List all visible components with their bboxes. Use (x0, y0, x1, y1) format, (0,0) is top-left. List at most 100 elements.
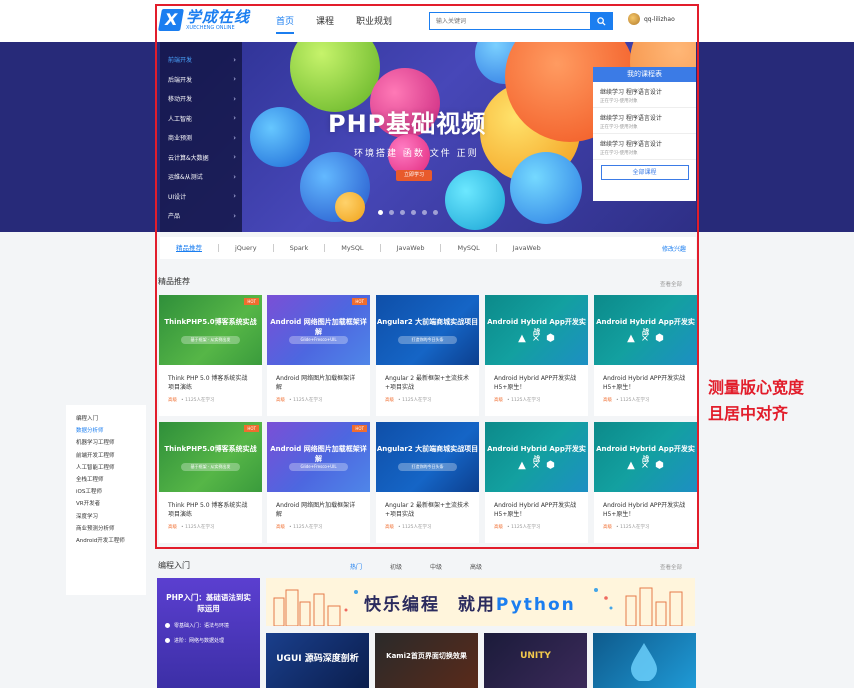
category-item[interactable]: 商业预测 › (160, 128, 242, 148)
floating-list-item[interactable]: 全栈工程师 (76, 474, 146, 486)
user-menu[interactable]: qq-lilizhao (628, 13, 675, 25)
course-card[interactable]: Angular2 大前端商城实战项目 打造你的今日头条 Angular 2 最新框架… (376, 295, 479, 416)
carousel-dot[interactable] (422, 210, 427, 215)
tag-item[interactable]: 精品推荐 (160, 244, 219, 252)
learner-count: 1125人在学习 (511, 398, 541, 403)
search-input[interactable] (430, 13, 590, 29)
learner-count: 1125人在学习 (402, 398, 432, 403)
category-item[interactable]: 人工智能 › (160, 109, 242, 129)
course-card[interactable]: Android Hybrid App开发实战 ▲ × ⬢ Android Hybrid … (594, 295, 697, 416)
course-level: 高级 (168, 525, 177, 530)
course-card[interactable]: Android Hybrid App开发实战 ▲ × ⬢ Android Hybrid … (594, 422, 697, 543)
course-level: 高级 (276, 398, 285, 403)
category-item[interactable]: 云计算&大数据 › (160, 148, 242, 168)
learner-count: 1125人在学习 (620, 525, 650, 530)
search-bar (429, 12, 613, 30)
floating-list-item[interactable]: 前端开发工程师 (76, 450, 146, 462)
course-panel-item[interactable]: 继续学习 程序语言设计 正在学习-使用对象 (593, 134, 696, 160)
course-card[interactable]: Android 网络图片加载框架详解 Glide+Fresco+UIL HOT And… (267, 295, 370, 416)
course-meta: 高级 • 1125人在学习 (276, 525, 323, 530)
floating-list-item[interactable]: 机器学习工程师 (76, 437, 146, 449)
tag-item[interactable]: Spark (274, 244, 326, 252)
course-panel-item[interactable]: 继续学习 程序语言设计 正在学习-使用对象 (593, 82, 696, 108)
category-item[interactable]: 后端开发 › (160, 70, 242, 90)
course-card[interactable]: Angular2 大前端商城实战项目 打造你的今日头条 Angular 2 最新框架… (376, 422, 479, 543)
course-panel-item[interactable]: 继续学习 程序语言设计 正在学习-使用对象 (593, 108, 696, 134)
chevron-right-icon: › (233, 172, 236, 181)
thumbnail-text: ThinkPHP5.0博客系统实战 (164, 318, 257, 326)
tag-item[interactable]: MySQL (441, 244, 497, 252)
tag-item[interactable]: JavaWeb (381, 244, 442, 252)
nav-courses[interactable]: 课程 (316, 14, 334, 34)
course-thumbnail: Android Hybrid App开发实战 ▲ × ⬢ (594, 422, 697, 492)
floating-list-item[interactable]: 深度学习 (76, 511, 146, 523)
carousel-dot[interactable] (411, 210, 416, 215)
php-promo-card[interactable]: PHP入门：基础语法到实际运用 零基础入门：语法与环境 进阶：网络与数据处理 (157, 578, 260, 688)
category-item[interactable]: 前端开发 › (160, 50, 242, 70)
course-level: 高级 (603, 525, 612, 530)
python-banner[interactable]: 快乐编程 就用Python (266, 578, 695, 626)
category-menu: 前端开发 › 后端开发 › 移动开发 › 人工智能 › 商业预测 › 云计算&大数据 › 运… (160, 42, 242, 232)
floating-list-item[interactable]: iOS工程师 (76, 486, 146, 498)
course-card[interactable]: ThinkPHP5.0博客系统实战 基于框架 · 从实例出发 HOT Think PH… (159, 422, 262, 543)
search-icon (596, 16, 606, 26)
tab-beginner[interactable]: 初级 (390, 562, 402, 571)
carousel-dot[interactable] (400, 210, 405, 215)
android-html5-icons: ▲ × ⬢ (518, 460, 555, 471)
android-html5-icons: ▲ × ⬢ (627, 333, 664, 344)
course-thumbnail[interactable]: UNITY (484, 633, 587, 688)
course-card[interactable]: Android 网络图片加载框架详解 Glide+Fresco+UIL HOT And… (267, 422, 370, 543)
thumbnail-subtext: 打造你的今日头条 (398, 463, 457, 471)
tab-intermediate[interactable]: 中级 (430, 562, 442, 571)
category-item[interactable]: 运维&从测试 › (160, 167, 242, 187)
course-card[interactable]: Android Hybrid App开发实战 ▲ × ⬢ Android Hybrid … (485, 295, 588, 416)
main-nav: 首页 课程 职业规划 (276, 14, 392, 34)
floating-list-item[interactable]: Android开发工程师 (76, 535, 146, 547)
logo-subtitle: XUECHENG ONLINE (186, 25, 235, 31)
category-item[interactable]: UI设计 › (160, 187, 242, 207)
chevron-right-icon: › (233, 153, 236, 162)
category-item[interactable]: 产品 › (160, 206, 242, 226)
course-meta: 高级 • 1125人在学习 (494, 398, 541, 403)
learner-count: 1125人在学习 (511, 525, 541, 530)
username: qq-lilizhao (644, 15, 675, 23)
tab-hot[interactable]: 热门 (350, 562, 362, 571)
html5-icon: ⬢ (655, 460, 664, 471)
tag-item[interactable]: jQuery (219, 244, 274, 252)
carousel-dot[interactable] (389, 210, 394, 215)
tag-item[interactable]: JavaWeb (497, 244, 557, 252)
course-level: 高级 (494, 398, 503, 403)
search-button[interactable] (590, 13, 612, 29)
carousel-dot[interactable] (378, 210, 383, 215)
floating-list-item[interactable]: 编程入门 (76, 413, 146, 425)
course-thumbnail[interactable]: Kami2首页界面切换效果 (375, 633, 478, 688)
course-thumbnail: Android Hybrid App开发实战 ▲ × ⬢ (594, 295, 697, 365)
android-icon: ▲ (518, 333, 526, 344)
course-card[interactable]: ThinkPHP5.0博客系统实战 基于框架 · 从实例出发 HOT Think PH… (159, 295, 262, 416)
floating-list-item[interactable]: 人工智能工程师 (76, 462, 146, 474)
html5-icon: ⬢ (546, 460, 555, 471)
tag-item[interactable]: MySQL (325, 244, 381, 252)
view-all-link[interactable]: 查看全部 (660, 280, 682, 288)
section-title-programming: 编程入门 (158, 561, 190, 570)
category-item[interactable]: 移动开发 › (160, 89, 242, 109)
course-thumbnail[interactable] (593, 633, 696, 688)
chevron-right-icon: › (233, 211, 236, 220)
banner-cta-button[interactable]: 立即学习 (396, 170, 432, 181)
course-meta: 高级 • 1125人在学习 (494, 525, 541, 530)
thumbnail-text: Angular2 大前端商城实战项目 (376, 318, 479, 326)
edit-interests-link[interactable]: 修改兴趣 (662, 244, 686, 253)
course-card[interactable]: Android Hybrid App开发实战 ▲ × ⬢ Android Hybrid … (485, 422, 588, 543)
nav-career[interactable]: 职业规划 (356, 14, 392, 34)
view-all-link[interactable]: 查看全部 (660, 563, 682, 571)
floating-list-item[interactable]: VR开发者 (76, 498, 146, 510)
floating-list-item[interactable]: 数据分析师 (76, 425, 146, 437)
nav-home[interactable]: 首页 (276, 14, 295, 34)
tab-advanced[interactable]: 高级 (470, 562, 482, 571)
carousel-dot[interactable] (433, 210, 438, 215)
course-thumbnail[interactable]: UGUI 源码深度剖析 (266, 633, 369, 688)
floating-list-item[interactable]: 商业预测分析师 (76, 523, 146, 535)
site-logo[interactable]: X 学成在线 XUECHENG ONLINE (158, 8, 250, 32)
all-courses-button[interactable]: 全部课程 (600, 165, 689, 180)
thumbnail-text: Angular2 大前端商城实战项目 (376, 445, 479, 453)
